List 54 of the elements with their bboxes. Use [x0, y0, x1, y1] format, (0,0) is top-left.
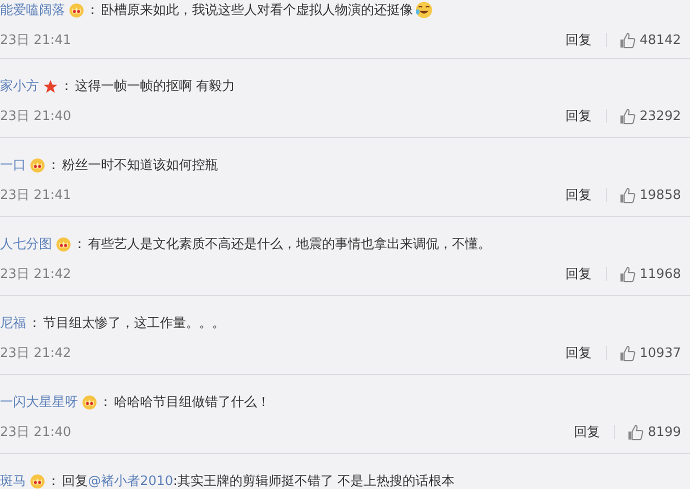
- thumbs-up-icon[interactable]: [626, 424, 644, 440]
- reply-link[interactable]: 回复: [566, 186, 592, 204]
- like-count: 48142: [640, 32, 681, 48]
- reply-link[interactable]: 回复: [574, 423, 600, 441]
- reply-link[interactable]: 回复: [566, 344, 592, 362]
- colon-separator: ：: [99, 394, 112, 411]
- reply-link[interactable]: 回复: [566, 107, 592, 125]
- reply-link[interactable]: 回复: [566, 31, 592, 49]
- username-link[interactable]: 一口: [0, 156, 26, 174]
- reply-prefix: 回复: [62, 473, 88, 489]
- crown-icon: [56, 236, 71, 252]
- username-link[interactable]: 能爱嗑阔落: [0, 1, 65, 19]
- username-link[interactable]: 尼福: [0, 314, 26, 332]
- comment-text: 粉丝一时不知道该如何控瓶: [62, 157, 218, 174]
- like-count: 10937: [640, 346, 681, 360]
- reply-link[interactable]: 回复: [566, 265, 592, 283]
- crown-icon: [82, 394, 97, 410]
- username-link[interactable]: 一闪大星星呀: [0, 393, 78, 411]
- comment-time: 23日 21:41: [0, 32, 72, 49]
- colon-separator: ：: [86, 2, 99, 19]
- thumbs-up-icon[interactable]: [618, 32, 636, 48]
- star-icon: [43, 78, 58, 94]
- crown-icon: [30, 474, 45, 488]
- thumbs-up-icon[interactable]: [618, 344, 636, 362]
- colon-separator: ：: [47, 157, 60, 174]
- thumbs-up-icon[interactable]: [618, 108, 636, 124]
- comment-text: :其实王牌的剪辑师挺不错了 不是上热搜的话根本: [173, 473, 455, 489]
- comment-text: 这得一帧一帧的抠啊 有毅力: [75, 78, 236, 95]
- colon-separator: ：: [73, 236, 86, 253]
- username-link[interactable]: 斑马: [0, 472, 26, 489]
- thumbs-up-icon[interactable]: [618, 186, 636, 204]
- like-count: 19858: [640, 188, 681, 202]
- comment-time: 23日 21:42: [0, 345, 72, 362]
- username-link[interactable]: 家小方: [0, 77, 39, 95]
- like-count: 8199: [648, 424, 681, 440]
- comment-text: 节目组太惨了，这工作量。。。: [43, 315, 225, 332]
- comment-time: 23日 21:41: [0, 187, 72, 204]
- comment-time: 23日 21:42: [0, 266, 72, 283]
- colon-separator: ：: [28, 315, 41, 332]
- comment-text: 卧槽原来如此，我说这些人对看个虚拟人物演的还挺像: [101, 2, 413, 19]
- mention-link[interactable]: @褚小者2010: [88, 472, 174, 489]
- crown-icon: [30, 158, 45, 172]
- comment-text: 哈哈哈节目组做错了什么！: [114, 394, 270, 411]
- colon-separator: ：: [60, 78, 73, 95]
- thumbs-up-icon[interactable]: [618, 266, 636, 282]
- colon-separator: ：: [47, 473, 60, 489]
- comment-text: 有些艺人是文化素质不高还是什么，地震的事情也拿出来调侃，不懂。: [88, 236, 491, 253]
- laughing-emoji-icon: [415, 1, 433, 19]
- comment-time: 23日 21:40: [0, 424, 72, 441]
- like-count: 23292: [640, 108, 681, 124]
- comment-time: 23日 21:40: [0, 108, 72, 125]
- username-link[interactable]: 人七分图: [0, 235, 52, 253]
- crown-icon: [69, 2, 84, 18]
- like-count: 11968: [640, 266, 681, 282]
